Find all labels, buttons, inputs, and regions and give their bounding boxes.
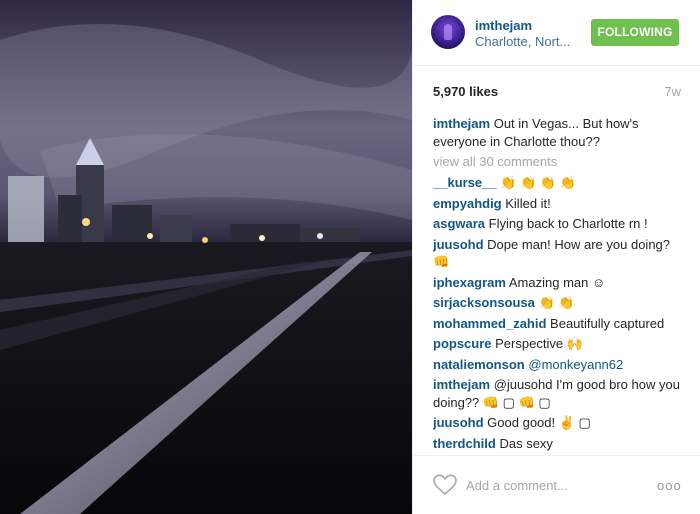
comment-username[interactable]: sirjacksonsousa: [433, 295, 535, 310]
view-all-comments-link[interactable]: view all 30 comments: [433, 154, 685, 169]
comment-item: mohammed_zahid Beautifully captured: [433, 315, 685, 333]
comment-text: Good good! ✌ ▢: [487, 415, 591, 430]
following-button[interactable]: FOLLOWING: [591, 19, 679, 46]
post-author-username[interactable]: imthejam: [475, 18, 532, 33]
comment-item: imthejam @juusohd I'm good bro how you d…: [433, 376, 685, 411]
comment-mention[interactable]: @monkeyann62: [528, 357, 623, 372]
comment-username[interactable]: __kurse__: [433, 175, 497, 190]
comment-username[interactable]: imthejam: [433, 377, 490, 392]
comment-text: Flying back to Charlotte rn !: [488, 216, 648, 231]
comment-item: iphexagram Amazing man ☺: [433, 274, 685, 292]
post-age[interactable]: 7w: [664, 84, 681, 99]
comments-list: imthejam Out in Vegas... But how's every…: [433, 115, 685, 453]
post-footer: Add a comment... ooo: [413, 455, 700, 514]
add-comment-input[interactable]: Add a comment...: [466, 478, 568, 493]
comment-item: empyahdig Killed it!: [433, 195, 685, 213]
comment-item: __kurse__ 👏 👏 👏 👏: [433, 174, 685, 192]
post-location[interactable]: Charlotte, Nort...: [475, 34, 570, 49]
more-options-icon[interactable]: ooo: [657, 478, 682, 493]
comment-username[interactable]: juusohd: [433, 415, 484, 430]
comment-username[interactable]: juusohd: [433, 237, 484, 252]
instagram-post: imthejam Charlotte, Nort... FOLLOWING 5,…: [0, 0, 700, 514]
comment-username[interactable]: empyahdig: [433, 196, 502, 211]
comment-username[interactable]: therdchild: [433, 436, 496, 451]
comment-text: Perspective 🙌: [495, 336, 583, 351]
comment-text: 👏 👏: [538, 295, 575, 310]
caption: imthejam Out in Vegas... But how's every…: [433, 115, 685, 150]
avatar[interactable]: [431, 15, 465, 49]
comment-item: nataliemonson @monkeyann62: [433, 356, 685, 374]
comment-text: Beautifully captured: [550, 315, 665, 331]
comment-item: therdchild Das sexy: [433, 435, 685, 453]
caption-username[interactable]: imthejam: [433, 116, 490, 131]
comment-username[interactable]: mohammed_zahid: [433, 316, 546, 331]
comment-item: sirjacksonsousa 👏 👏: [433, 294, 685, 312]
comment-text: Das sexy: [499, 435, 553, 451]
comment-username[interactable]: nataliemonson: [433, 357, 525, 372]
night-skyline-photo: [0, 0, 412, 514]
post-photo[interactable]: [0, 0, 412, 514]
likes-count[interactable]: 5,970 likes: [433, 84, 498, 99]
comment-username[interactable]: iphexagram: [433, 275, 506, 290]
post-sidebar: imthejam Charlotte, Nort... FOLLOWING 5,…: [412, 0, 700, 514]
comment-text: Amazing man ☺: [508, 274, 606, 290]
comment-text: Killed it!: [505, 195, 551, 211]
comment-username[interactable]: popscure: [433, 336, 492, 351]
comment-item: popscure Perspective 🙌: [433, 335, 685, 353]
comment-item: juusohd Dope man! How are you doing? 👊: [433, 236, 685, 271]
comment-username[interactable]: asgwara: [433, 216, 485, 231]
comment-item: asgwara Flying back to Charlotte rn !: [433, 215, 685, 233]
comment-item: juusohd Good good! ✌ ▢: [433, 414, 685, 432]
post-meta: 5,970 likes 7w: [413, 84, 700, 100]
post-header: imthejam Charlotte, Nort... FOLLOWING: [413, 0, 700, 66]
heart-icon[interactable]: [433, 474, 457, 496]
comment-text: 👏 👏 👏 👏: [500, 175, 576, 190]
